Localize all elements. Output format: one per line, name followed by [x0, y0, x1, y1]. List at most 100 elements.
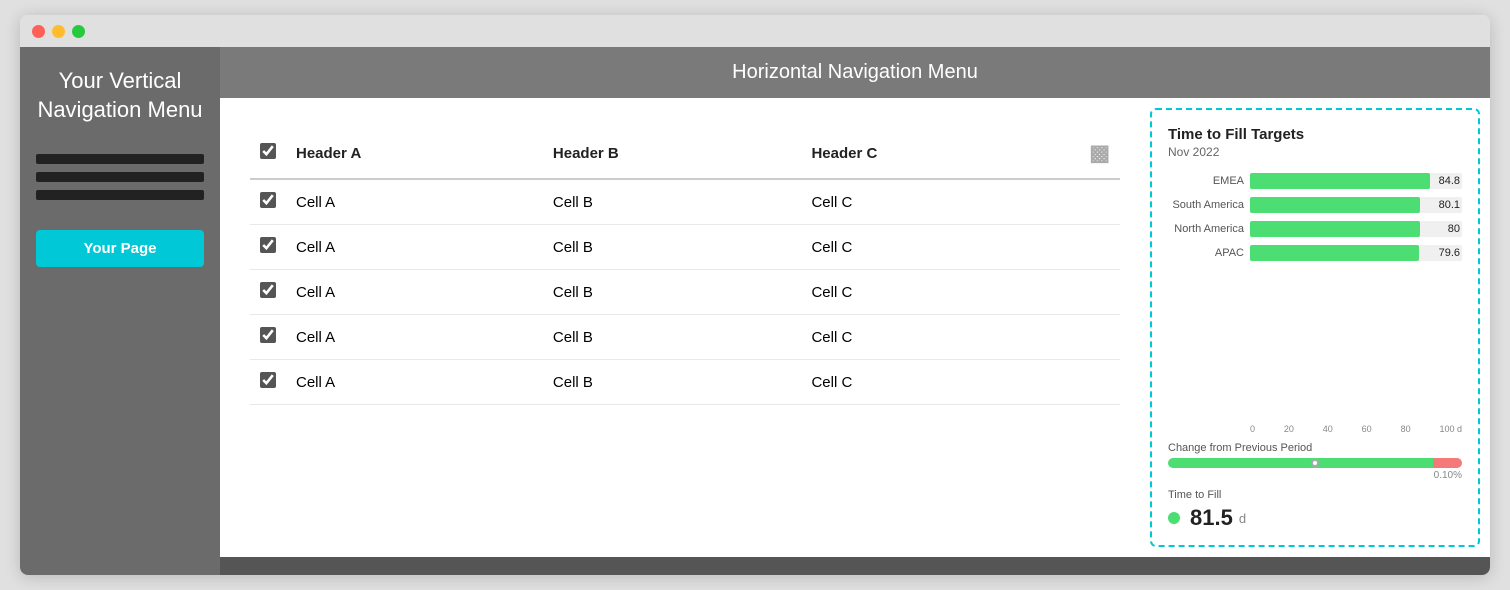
row-cell-c: Cell C	[801, 179, 1060, 225]
ttf-label: Time to Fill	[1168, 489, 1462, 501]
bar-label: North America	[1168, 223, 1244, 235]
ttf-unit: d	[1239, 511, 1246, 526]
bar-row: North America 80	[1168, 221, 1462, 237]
row-checkbox-col	[250, 360, 286, 405]
bar-fill	[1250, 173, 1430, 189]
card-subtitle: Nov 2022	[1168, 145, 1462, 159]
row-cell-b: Cell B	[543, 179, 802, 225]
maximize-dot[interactable]	[72, 25, 85, 38]
header-checkbox-col	[250, 128, 286, 179]
row-checkbox-col	[250, 179, 286, 225]
axis-20: 20	[1284, 424, 1294, 434]
menu-lines	[36, 154, 204, 200]
sidebar-title: Your Vertical Navigation Menu	[36, 67, 204, 124]
axis-40: 40	[1323, 424, 1333, 434]
bar-track: 79.6	[1250, 245, 1462, 261]
row-icon-col	[1060, 315, 1120, 360]
top-bar: Horizontal Navigation Menu	[220, 47, 1490, 98]
row-cell-b: Cell B	[543, 315, 802, 360]
title-bar	[20, 15, 1490, 47]
row-cell-a: Cell A	[286, 270, 543, 315]
change-bar-green	[1168, 458, 1433, 468]
row-checkbox[interactable]	[260, 237, 276, 253]
axis-labels: 0 20 40 60 80 100 d	[1250, 424, 1462, 434]
axis-80: 80	[1401, 424, 1411, 434]
row-checkbox[interactable]	[260, 282, 276, 298]
row-cell-a: Cell A	[286, 225, 543, 270]
row-checkbox[interactable]	[260, 327, 276, 343]
minimize-dot[interactable]	[52, 25, 65, 38]
menu-line-2	[36, 172, 204, 182]
bar-chart: EMEA 84.8 South America 80.1 North Ameri…	[1168, 173, 1462, 414]
card-title: Time to Fill Targets	[1168, 126, 1462, 143]
menu-line-1	[36, 154, 204, 164]
bar-fill	[1250, 245, 1419, 261]
bar-label: APAC	[1168, 247, 1244, 259]
data-table: Header A Header B Header C ▩ Cell	[250, 128, 1120, 405]
main-content: Horizontal Navigation Menu Header A	[220, 47, 1490, 575]
bar-value: 79.6	[1439, 247, 1460, 259]
bar-fill	[1250, 221, 1420, 237]
menu-line-3	[36, 190, 204, 200]
bar-value: 84.8	[1439, 175, 1460, 187]
row-checkbox[interactable]	[260, 372, 276, 388]
row-icon-col	[1060, 179, 1120, 225]
header-checkbox[interactable]	[260, 143, 276, 159]
table-row: Cell A Cell B Cell C	[250, 225, 1120, 270]
chart-icon: ▩	[1089, 140, 1110, 165]
change-bar-track	[1168, 458, 1462, 468]
ttf-value-row: 81.5 d	[1168, 505, 1462, 531]
row-cell-c: Cell C	[801, 360, 1060, 405]
sidebar: Your Vertical Navigation Menu Your Page	[20, 47, 220, 575]
row-cell-c: Cell C	[801, 225, 1060, 270]
row-checkbox-col	[250, 315, 286, 360]
bar-value: 80.1	[1439, 199, 1460, 211]
ttf-section: Time to Fill 81.5 d	[1168, 489, 1462, 531]
row-checkbox-col	[250, 270, 286, 315]
row-cell-b: Cell B	[543, 360, 802, 405]
table-row: Cell A Cell B Cell C	[250, 315, 1120, 360]
header-chart-col: ▩	[1060, 128, 1120, 179]
bottom-bar	[220, 557, 1490, 575]
right-panel: Time to Fill Targets Nov 2022 EMEA 84.8 …	[1150, 98, 1490, 557]
app-body: Your Vertical Navigation Menu Your Page …	[20, 47, 1490, 575]
change-section: Change from Previous Period 0.10%	[1168, 442, 1462, 481]
content-area: Header A Header B Header C ▩ Cell	[220, 98, 1490, 557]
page-button[interactable]: Your Page	[36, 230, 204, 267]
bar-value: 80	[1448, 223, 1460, 235]
row-cell-c: Cell C	[801, 270, 1060, 315]
row-checkbox[interactable]	[260, 192, 276, 208]
row-cell-a: Cell A	[286, 360, 543, 405]
bar-row: South America 80.1	[1168, 197, 1462, 213]
bar-row: APAC 79.6	[1168, 245, 1462, 261]
axis-100: 100 d	[1439, 424, 1462, 434]
table-area: Header A Header B Header C ▩ Cell	[220, 98, 1150, 557]
row-icon-col	[1060, 270, 1120, 315]
card: Time to Fill Targets Nov 2022 EMEA 84.8 …	[1150, 108, 1480, 547]
change-dot	[1311, 459, 1319, 467]
header-a: Header A	[286, 128, 543, 179]
bar-fill	[1250, 197, 1420, 213]
table-row: Cell A Cell B Cell C	[250, 360, 1120, 405]
header-b: Header B	[543, 128, 802, 179]
table-row: Cell A Cell B Cell C	[250, 179, 1120, 225]
axis-60: 60	[1362, 424, 1372, 434]
row-cell-a: Cell A	[286, 315, 543, 360]
row-cell-a: Cell A	[286, 179, 543, 225]
bar-label: South America	[1168, 199, 1244, 211]
top-bar-title: Horizontal Navigation Menu	[732, 61, 978, 83]
row-checkbox-col	[250, 225, 286, 270]
close-dot[interactable]	[32, 25, 45, 38]
row-icon-col	[1060, 225, 1120, 270]
row-icon-col	[1060, 360, 1120, 405]
ttf-dot	[1168, 512, 1180, 524]
row-cell-b: Cell B	[543, 270, 802, 315]
table-header-row: Header A Header B Header C ▩	[250, 128, 1120, 179]
bar-label: EMEA	[1168, 175, 1244, 187]
ttf-value: 81.5	[1190, 505, 1233, 531]
row-cell-b: Cell B	[543, 225, 802, 270]
bar-track: 80	[1250, 221, 1462, 237]
bar-track: 80.1	[1250, 197, 1462, 213]
change-percent: 0.10%	[1168, 470, 1462, 481]
change-bar-red	[1433, 458, 1462, 468]
